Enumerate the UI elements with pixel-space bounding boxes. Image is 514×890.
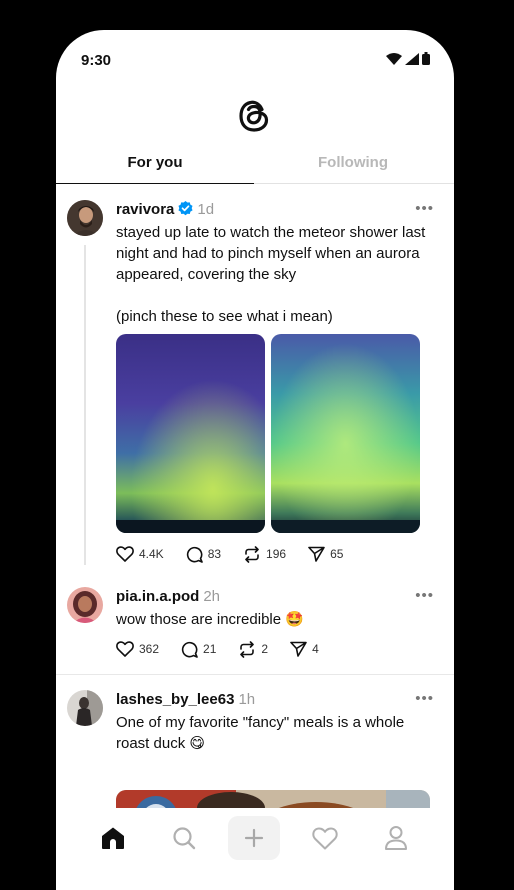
- status-bar: 9:30: [56, 30, 454, 90]
- post-text: One of my favorite "fancy" meals is a wh…: [116, 714, 405, 752]
- nav-activity[interactable]: [299, 816, 351, 860]
- post-username[interactable]: ravivora 1d: [116, 201, 214, 218]
- avatar[interactable]: [67, 200, 103, 236]
- verified-badge-icon: [178, 201, 193, 216]
- nav-home[interactable]: [87, 816, 139, 860]
- cellular-signal-icon: [405, 52, 419, 65]
- repost-button[interactable]: 196: [243, 545, 287, 563]
- like-count: 362: [139, 642, 160, 656]
- post-text: stayed up late to watch the meteor showe…: [116, 224, 426, 283]
- status-time: 9:30: [81, 52, 112, 69]
- comment-icon: [181, 641, 198, 658]
- repost-icon: [240, 640, 255, 658]
- reply-count: 83: [207, 547, 222, 561]
- threads-logo-icon[interactable]: [237, 98, 271, 134]
- avatar[interactable]: [67, 690, 103, 726]
- share-count: 65: [330, 547, 344, 561]
- thread-line: [84, 245, 86, 565]
- aurora-photo-1[interactable]: [116, 334, 265, 533]
- home-icon: [102, 827, 124, 849]
- plus-icon: [244, 828, 264, 848]
- roast-duck-photo[interactable]: [116, 790, 430, 810]
- send-icon: [308, 546, 325, 562]
- repost-count: 2: [261, 642, 269, 656]
- post-body: stayed up late to watch the meteor showe…: [116, 222, 438, 327]
- profile-icon: [385, 826, 407, 850]
- nav-profile[interactable]: [370, 816, 422, 860]
- feed-tabs: For you Following: [56, 148, 454, 184]
- phone-screen: 9:30 For you Following ravivora 1d ••• s…: [56, 30, 454, 890]
- tab-for-you[interactable]: For you: [56, 154, 254, 171]
- heart-icon: [116, 641, 134, 657]
- post-username[interactable]: pia.in.a.pod 2h: [116, 588, 220, 605]
- more-horizontal-icon[interactable]: •••: [415, 587, 434, 604]
- reply-count: 21: [203, 642, 217, 656]
- repost-count: 196: [266, 547, 287, 561]
- send-icon: [290, 641, 307, 657]
- like-count: 4.4K: [139, 547, 164, 561]
- more-horizontal-icon[interactable]: •••: [415, 690, 434, 707]
- heart-icon: [312, 826, 338, 849]
- post-actions: 362 21 2 4: [116, 639, 341, 659]
- share-count: 4: [312, 642, 319, 656]
- post-time: 1h: [238, 691, 256, 708]
- post-username[interactable]: lashes_by_lee63 1h: [116, 691, 255, 708]
- reply-button[interactable]: 83: [186, 546, 221, 563]
- post-text: wow those are incredible 🤩: [116, 611, 304, 628]
- active-tab-indicator: [56, 183, 254, 184]
- more-horizontal-icon[interactable]: •••: [415, 200, 434, 217]
- aurora-photo-2[interactable]: [271, 334, 420, 533]
- post-time: 1d: [197, 201, 215, 218]
- status-icons: [386, 52, 430, 65]
- nav-search[interactable]: [158, 816, 210, 860]
- nav-create[interactable]: [228, 816, 280, 860]
- like-button[interactable]: 362: [116, 641, 159, 657]
- username-text[interactable]: pia.in.a.pod: [116, 588, 199, 605]
- post-text-secondary: (pinch these to see what i mean): [116, 308, 333, 325]
- feed[interactable]: ravivora 1d ••• stayed up late to watch t…: [56, 185, 454, 810]
- repost-icon: [245, 545, 259, 563]
- comment-icon: [186, 546, 203, 563]
- bottom-navigation: [56, 808, 454, 868]
- avatar[interactable]: [67, 587, 103, 623]
- reply-button[interactable]: 21: [181, 641, 216, 658]
- share-button[interactable]: 4: [290, 641, 319, 657]
- battery-icon: [422, 52, 430, 65]
- like-button[interactable]: 4.4K: [116, 546, 164, 562]
- username-text[interactable]: ravivora: [116, 201, 174, 218]
- share-button[interactable]: 65: [308, 546, 343, 562]
- username-text[interactable]: lashes_by_lee63: [116, 691, 234, 708]
- repost-button[interactable]: 2: [238, 640, 269, 658]
- tab-following[interactable]: Following: [254, 154, 452, 171]
- wifi-icon: [386, 52, 402, 65]
- search-icon: [173, 827, 196, 850]
- post-divider: [56, 674, 454, 675]
- post-time: 2h: [203, 588, 221, 605]
- post-actions: 4.4K 83 196 65: [116, 544, 365, 564]
- heart-icon: [116, 546, 134, 562]
- post[interactable]: ravivora 1d ••• stayed up late to watch t…: [56, 185, 454, 570]
